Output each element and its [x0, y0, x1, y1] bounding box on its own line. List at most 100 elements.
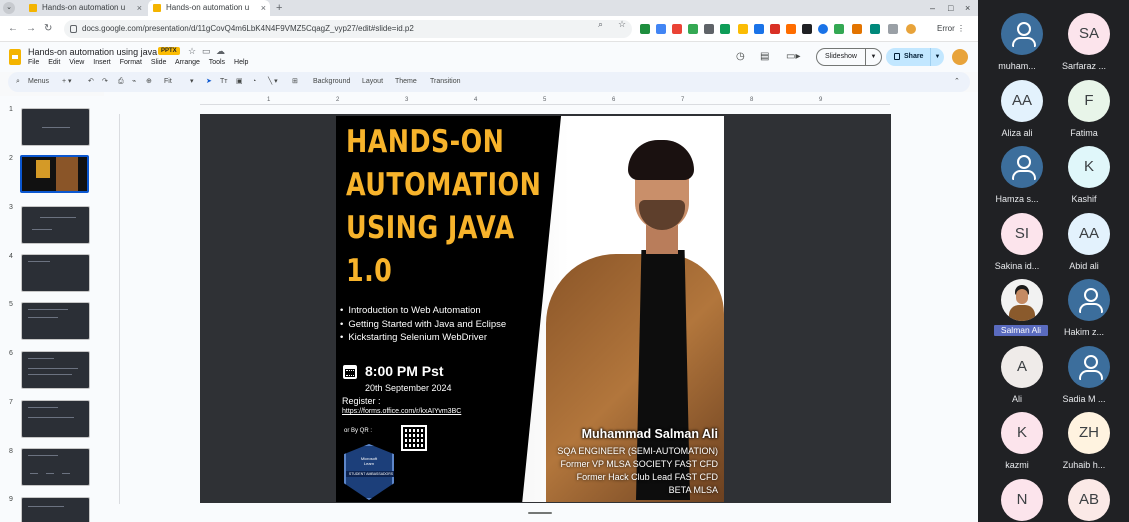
forward-icon[interactable]: →	[26, 21, 36, 37]
print-icon[interactable]: ⎙	[118, 76, 124, 88]
history-icon[interactable]: ◷	[736, 51, 745, 62]
address-bar[interactable]: docs.google.com/presentation/d/11gCovQ4m…	[64, 20, 632, 38]
menu-arrange[interactable]: Arrange	[175, 59, 200, 66]
layout-button[interactable]: Layout	[362, 76, 383, 88]
comment-add-icon[interactable]: ⊞	[292, 76, 298, 88]
collapse-toolbar-icon[interactable]: ⌃	[954, 76, 960, 88]
new-tab-icon[interactable]: +	[276, 0, 282, 16]
extension-4-icon[interactable]	[688, 24, 698, 34]
theme-button[interactable]: Theme	[395, 76, 417, 88]
participant-tile[interactable]: AA Abid ali	[1049, 212, 1119, 277]
participant-tile[interactable]: ZH Zuhaib h...	[1049, 412, 1119, 476]
extension-1-icon[interactable]	[640, 24, 650, 34]
menu-help[interactable]: Help	[234, 59, 248, 66]
menu-file[interactable]: File	[28, 59, 39, 66]
search-menus-icon[interactable]: ⌕	[16, 76, 20, 88]
close-tab-icon[interactable]: ×	[261, 0, 266, 16]
slides-logo-icon[interactable]	[9, 49, 21, 65]
search-icon[interactable]: ⌕	[598, 19, 603, 30]
account-avatar[interactable]	[952, 49, 968, 65]
menu-tools[interactable]: Tools	[209, 59, 225, 66]
transition-button[interactable]: Transition	[430, 76, 460, 88]
redo-icon[interactable]: ↷	[102, 76, 108, 88]
slide-thumbnail-9[interactable]	[21, 497, 90, 522]
browser-tab-1[interactable]: Hands-on automation u ×	[24, 0, 146, 16]
extension-8-icon[interactable]	[754, 24, 764, 34]
participant-tile[interactable]: K Kashif	[1049, 146, 1119, 210]
extension-13-icon[interactable]	[834, 24, 844, 34]
paint-format-icon[interactable]: ⌁	[132, 76, 136, 88]
participant-tile[interactable]: Sadia M ...	[1049, 345, 1119, 410]
slideshow-button[interactable]: Slideshow ▼	[816, 48, 882, 66]
zoom-icon[interactable]: ⊕	[146, 76, 152, 88]
extension-7-icon[interactable]	[738, 24, 748, 34]
share-button[interactable]: Share ▼	[886, 48, 944, 66]
image-icon[interactable]: ▣	[236, 76, 243, 88]
participant-tile[interactable]: Hamza s...	[982, 146, 1052, 210]
speaker-notes-handle[interactable]	[528, 512, 552, 514]
line-icon[interactable]: ╲ ▾	[268, 76, 278, 88]
slide-thumbnail-8[interactable]	[21, 448, 90, 486]
reload-icon[interactable]: ↻	[44, 21, 52, 37]
comments-icon[interactable]: ▤	[760, 51, 769, 62]
menu-format[interactable]: Format	[120, 59, 142, 66]
slide-thumbnail-5[interactable]	[21, 302, 90, 340]
extension-12-icon[interactable]	[818, 24, 828, 34]
participant-tile[interactable]: SI Sakina id...	[982, 212, 1052, 277]
menu-slide[interactable]: Slide	[151, 59, 167, 66]
extension-11-icon[interactable]	[802, 24, 812, 34]
maximize-icon[interactable]: □	[948, 0, 953, 16]
participant-tile[interactable]: A Ali	[982, 345, 1052, 410]
chevron-down-icon[interactable]: ▼	[865, 49, 881, 65]
extension-3-icon[interactable]	[672, 24, 682, 34]
slide-thumbnail-6[interactable]	[21, 351, 90, 389]
participant-tile[interactable]: Kkazmi	[982, 412, 1052, 476]
slide-thumbnail-3[interactable]	[21, 206, 90, 244]
back-icon[interactable]: ←	[8, 21, 18, 37]
video-call-icon[interactable]: ▭▸	[786, 51, 800, 62]
slide-canvas[interactable]: HANDS-ON AUTOMATION USING JAVA 1.0 Intro…	[200, 114, 891, 503]
new-slide-icon[interactable]: + ▾	[62, 76, 72, 88]
chevron-down-icon[interactable]: ▼	[930, 48, 944, 66]
participant-tile[interactable]: AA Aliza ali	[982, 79, 1052, 144]
extension-10-icon[interactable]	[786, 24, 796, 34]
event-poster-image[interactable]: HANDS-ON AUTOMATION USING JAVA 1.0 Intro…	[336, 116, 724, 502]
move-folder-icon[interactable]: ▭	[202, 46, 211, 57]
participant-tile[interactable]: Salman Ali	[982, 279, 1052, 343]
extension-6-icon[interactable]	[720, 24, 730, 34]
participant-tile[interactable]: Hakim z...	[1049, 279, 1119, 343]
site-info-icon[interactable]	[70, 25, 77, 33]
menu-insert[interactable]: Insert	[93, 59, 111, 66]
select-cursor-icon[interactable]: ➤	[206, 76, 212, 88]
bookmark-star-icon[interactable]: ☆	[618, 19, 626, 30]
profile-avatar-icon[interactable]	[906, 24, 916, 34]
horizontal-ruler[interactable]: 1 2 3 4 5 6 7 8 9	[200, 97, 890, 105]
extension-2-icon[interactable]	[656, 24, 666, 34]
menus-search[interactable]: Menus	[28, 76, 49, 88]
slide-thumbnail-4[interactable]	[21, 254, 90, 292]
close-tab-icon[interactable]: ×	[137, 0, 142, 16]
participant-tile[interactable]: SA Sarfaraz ...	[1049, 13, 1119, 77]
extension-14-icon[interactable]	[852, 24, 862, 34]
extension-5-icon[interactable]	[704, 24, 714, 34]
background-button[interactable]: Background	[313, 76, 350, 88]
participant-tile[interactable]: muham...	[982, 13, 1052, 77]
slide-thumbnail-1[interactable]	[21, 108, 90, 146]
participant-tile[interactable]: AB	[1049, 478, 1119, 522]
document-title[interactable]: Hands-on automation using java	[28, 47, 157, 57]
participant-tile[interactable]: N	[982, 478, 1052, 522]
extension-9-icon[interactable]	[770, 24, 780, 34]
error-button[interactable]: Error ⋮	[934, 22, 968, 36]
extensions-puzzle-icon[interactable]	[888, 24, 898, 34]
menu-view[interactable]: View	[69, 59, 84, 66]
cloud-status-icon[interactable]: ☁	[216, 46, 225, 57]
tab-search-icon[interactable]: ⌄	[3, 2, 15, 14]
chevron-down-icon[interactable]: ▾	[190, 76, 194, 88]
vertical-ruler[interactable]	[112, 114, 120, 504]
undo-icon[interactable]: ↶	[88, 76, 94, 88]
menu-edit[interactable]: Edit	[48, 59, 60, 66]
zoom-select[interactable]: Fit	[164, 76, 172, 88]
slide-thumbnail-7[interactable]	[21, 400, 90, 438]
minimize-icon[interactable]: –	[930, 0, 935, 16]
extension-15-icon[interactable]	[870, 24, 880, 34]
